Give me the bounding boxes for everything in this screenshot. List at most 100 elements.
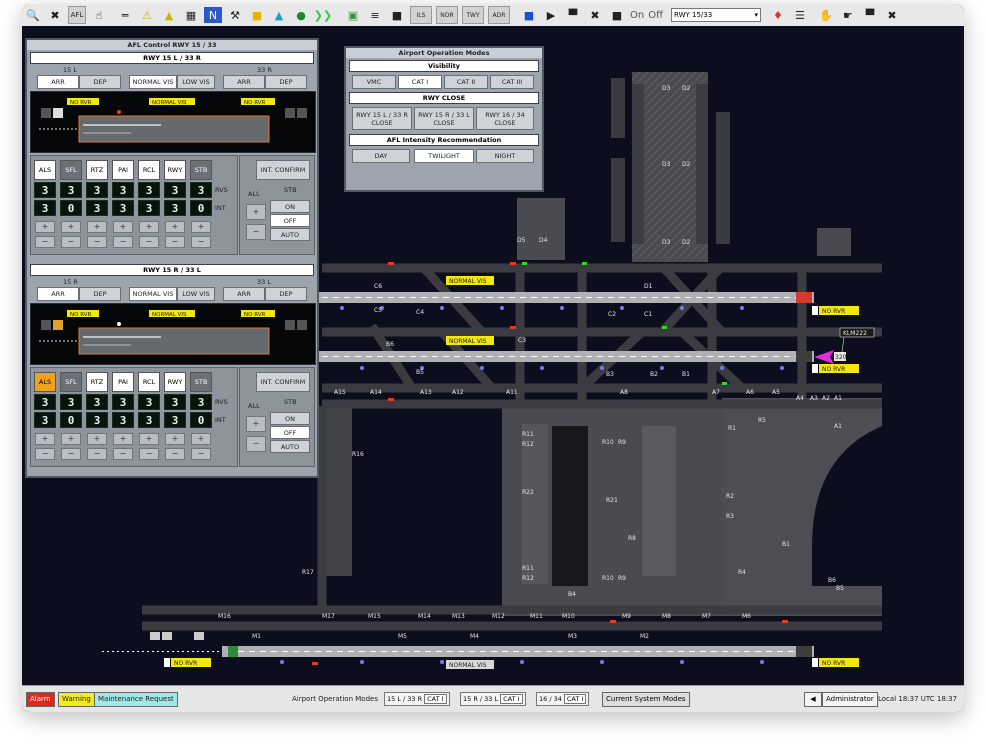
stb-on-button[interactable]: ON (270, 412, 310, 425)
col-stb[interactable]: STB (190, 372, 212, 392)
on-label[interactable]: On (630, 10, 644, 21)
normal-vis-tag-1[interactable]: NORMAL VIS (446, 276, 494, 285)
col-pai[interactable]: PAI (112, 372, 134, 392)
normal-vis-button[interactable]: NORMAL VIS (129, 75, 177, 89)
col-stb[interactable]: STB (190, 160, 212, 180)
flag-icon[interactable]: ■ (248, 7, 266, 23)
minus-button[interactable]: − (35, 236, 55, 248)
off-label[interactable]: Off (648, 10, 663, 21)
minus-button[interactable]: − (87, 236, 107, 248)
dep-button-right[interactable]: DEP (265, 75, 307, 89)
alarm-button[interactable]: Alarm (26, 692, 55, 707)
warning-light-icon[interactable]: ⚠ (138, 7, 156, 23)
int-confirm-button[interactable]: INT. CONFIRM (256, 160, 310, 180)
stb-auto-button[interactable]: AUTO (270, 228, 310, 241)
current-system-modes-button[interactable]: Current System Modes (602, 692, 690, 707)
dep-button-left[interactable]: DEP (79, 287, 121, 301)
all-minus-button[interactable]: − (246, 436, 266, 452)
plus-button[interactable]: + (139, 221, 159, 233)
dep-button-right[interactable]: DEP (265, 287, 307, 301)
minus-button[interactable]: − (35, 448, 55, 460)
plus-button[interactable]: + (191, 221, 211, 233)
col-rtz[interactable]: RTZ (86, 160, 108, 180)
mode-16-34[interactable]: 16 / 34 CAT I (536, 692, 590, 706)
normal-vis-button[interactable]: NORMAL VIS (129, 287, 177, 301)
forward-icon[interactable]: ❯❯ (314, 7, 332, 23)
all-minus-button[interactable]: − (246, 224, 266, 240)
twy-filter-button[interactable]: TWY (462, 6, 484, 24)
layer-fill-icon[interactable]: ■ (388, 7, 406, 23)
adr-filter-button[interactable]: ADR (488, 6, 510, 24)
north-icon[interactable]: N (204, 7, 222, 23)
bin-icon[interactable]: ▀ (861, 7, 879, 23)
minus-button[interactable]: − (165, 448, 185, 460)
weather-icon[interactable]: ▲ (270, 7, 288, 23)
cat3-button[interactable]: CAT III (490, 75, 534, 89)
rvr-tag-1[interactable]: NO RVR (812, 306, 859, 315)
arr-button-right[interactable]: ARR (223, 287, 265, 301)
layer-lines-icon[interactable]: ≡ (366, 7, 384, 23)
plus-button[interactable]: + (113, 433, 133, 445)
vmc-button[interactable]: VMC (352, 75, 396, 89)
plus-button[interactable]: + (191, 433, 211, 445)
plus-button[interactable]: + (61, 221, 81, 233)
fit-view-icon[interactable]: ✖ (46, 7, 64, 23)
globe-icon[interactable]: ● (292, 7, 310, 23)
close-tool-icon[interactable]: ✖ (883, 7, 901, 23)
low-vis-button[interactable]: LOW VIS (177, 75, 215, 89)
plus-button[interactable]: + (165, 433, 185, 445)
twilight-button[interactable]: TWILIGHT (414, 149, 474, 163)
arr-button-left[interactable]: ARR (37, 287, 79, 301)
close-15r-33l-button[interactable]: RWY 15 R / 33 L CLOSE (414, 107, 474, 130)
grid-icon[interactable]: ▦ (182, 7, 200, 23)
document-icon[interactable]: ■ (520, 7, 538, 23)
day-button[interactable]: DAY (352, 149, 410, 163)
afl-panel-title[interactable]: AFL Control RWY 15 / 33 (27, 40, 317, 50)
ils-filter-button[interactable]: ILS (410, 6, 432, 24)
close-16-34-button[interactable]: RWY 16 / 34 CLOSE (476, 107, 534, 130)
plus-button[interactable]: + (165, 221, 185, 233)
minus-button[interactable]: − (113, 448, 133, 460)
trash-icon[interactable]: ▀ (564, 7, 582, 23)
minus-button[interactable]: − (139, 448, 159, 460)
plus-button[interactable]: + (35, 221, 55, 233)
col-pai[interactable]: PAI (112, 160, 134, 180)
list-icon[interactable]: ☰ (791, 7, 809, 23)
low-vis-button[interactable]: LOW VIS (177, 287, 215, 301)
rvr-tag-3[interactable]: NO RVR (812, 658, 859, 667)
afl-toggle-button[interactable]: AFL (68, 6, 86, 24)
minus-button[interactable]: − (165, 236, 185, 248)
plus-button[interactable]: + (61, 433, 81, 445)
rvr-tag-2[interactable]: NO RVR (812, 364, 859, 373)
plus-button[interactable]: + (35, 433, 55, 445)
col-rcl[interactable]: RCL (138, 160, 160, 180)
minus-button[interactable]: − (191, 236, 211, 248)
col-rwy[interactable]: RWY (164, 160, 186, 180)
pointer-icon[interactable]: ☝ (90, 7, 108, 23)
runway-icon[interactable]: ═ (116, 7, 134, 23)
warning-button[interactable]: Warning (58, 692, 95, 707)
dep-button-left[interactable]: DEP (79, 75, 121, 89)
mode-15l-33r[interactable]: 15 L / 33 R CAT I (384, 692, 450, 706)
night-button[interactable]: NIGHT (476, 149, 534, 163)
normal-vis-tag-2[interactable]: NORMAL VIS (446, 336, 494, 345)
normal-vis-tag-3[interactable]: NORMAL VIS (446, 660, 494, 669)
col-sfl[interactable]: SFL (60, 160, 82, 180)
minus-button[interactable]: − (113, 236, 133, 248)
minus-button[interactable]: − (61, 236, 81, 248)
layer-map-icon[interactable]: ▣ (344, 7, 362, 23)
mode-15r-33l[interactable]: 15 R / 33 L CAT I (460, 692, 526, 706)
col-rtz[interactable]: RTZ (86, 372, 108, 392)
hand-icon[interactable]: ✋ (817, 7, 835, 23)
col-sfl[interactable]: SFL (60, 372, 82, 392)
stb-auto-button[interactable]: AUTO (270, 440, 310, 453)
user-button[interactable]: Administrator (822, 692, 878, 707)
plus-button[interactable]: + (113, 221, 133, 233)
col-als[interactable]: ALS (34, 372, 56, 392)
all-plus-button[interactable]: + (246, 416, 266, 432)
arr-button-right[interactable]: ARR (223, 75, 265, 89)
plus-button[interactable]: + (87, 221, 107, 233)
plus-button[interactable]: + (87, 433, 107, 445)
cat2-button[interactable]: CAT II (444, 75, 488, 89)
fire-icon[interactable]: ♦ (769, 7, 787, 23)
